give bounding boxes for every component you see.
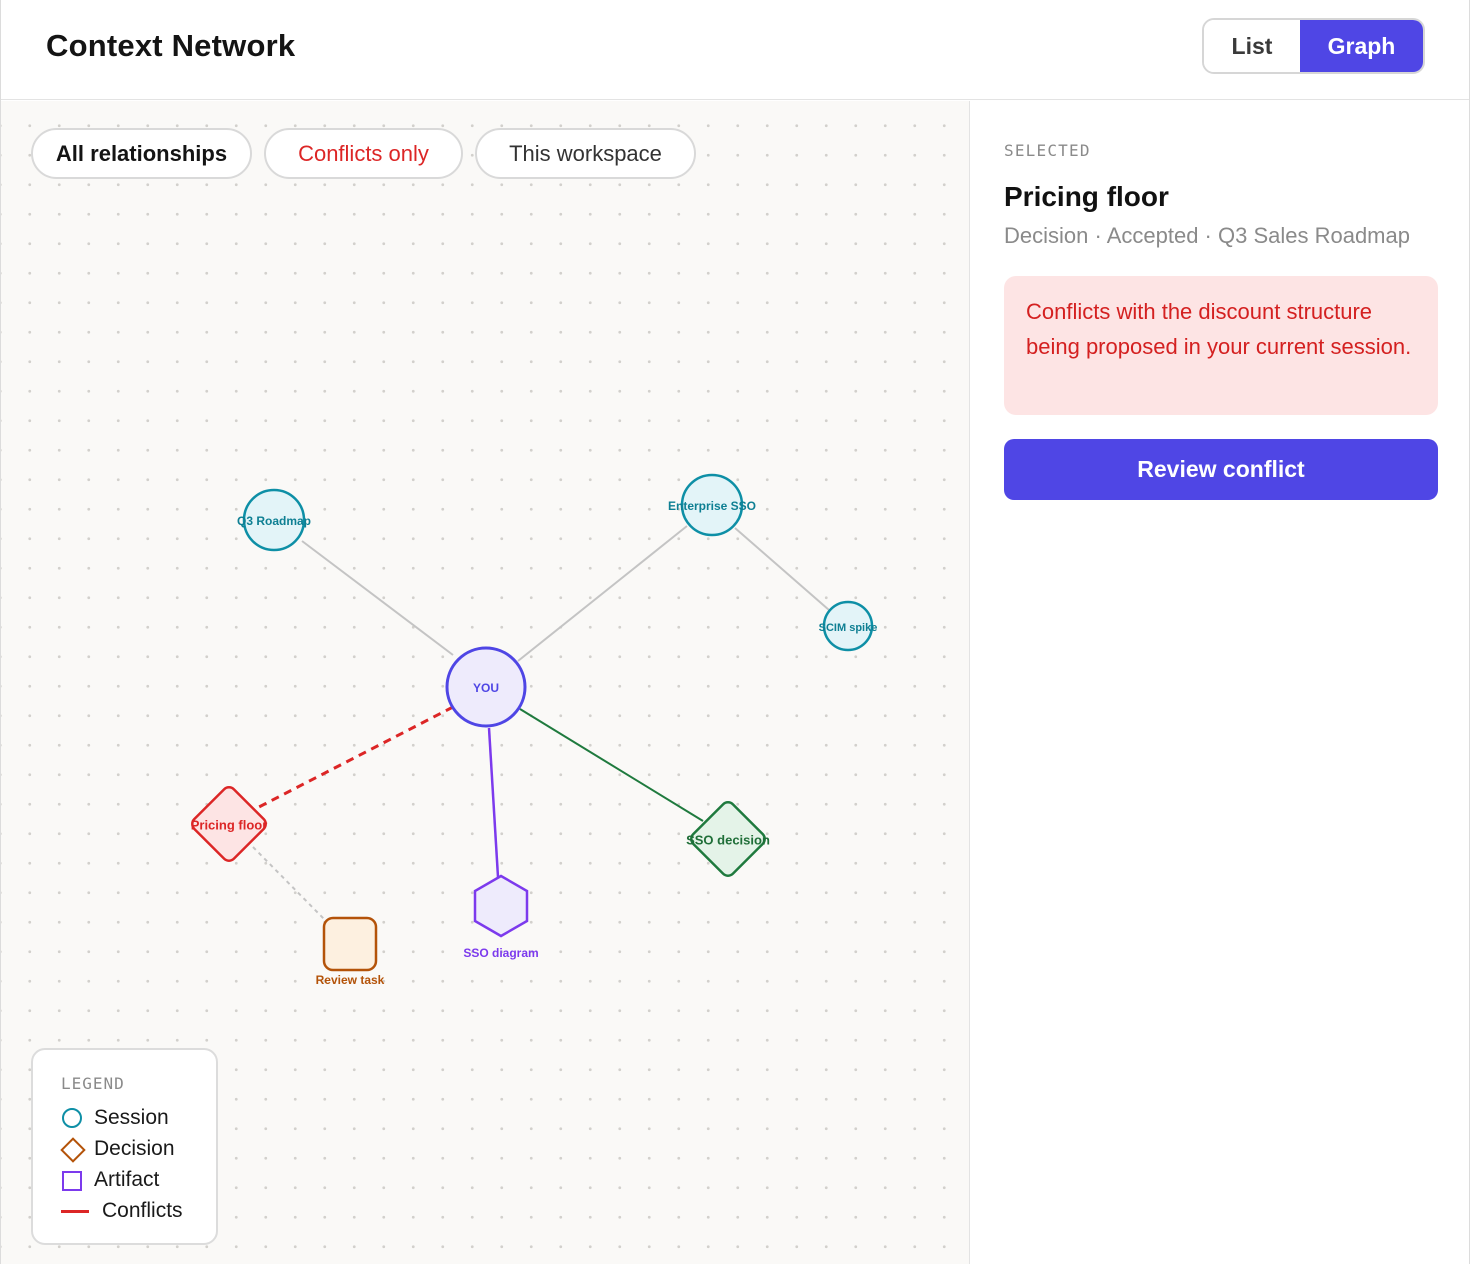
legend-label: Session: [94, 1106, 169, 1129]
legend-label: Conflicts: [102, 1199, 183, 1222]
legend-label: Artifact: [94, 1168, 160, 1191]
node-you[interactable]: YOU: [445, 646, 527, 728]
node-review-task[interactable]: Review task: [316, 916, 385, 987]
edge-pricing-floor-review-task: [252, 846, 327, 922]
filter-all-relationships[interactable]: All relationships: [31, 128, 252, 179]
legend: LEGEND Session Decision Artifact Conflic…: [31, 1048, 218, 1245]
edge-enterprise-sso-scim-spike: [734, 527, 830, 611]
legend-item-artifact: Artifact: [59, 1168, 159, 1192]
edge-you-sso-diagram: [487, 727, 500, 878]
node-enterprise-sso[interactable]: Enterprise SSO: [668, 473, 756, 537]
session-icon: [59, 1106, 87, 1130]
you-label: YOU: [473, 681, 499, 695]
decision-icon: [59, 1137, 87, 1161]
review-conflict-button[interactable]: Review conflict: [1004, 439, 1438, 500]
list-view-button[interactable]: List: [1204, 20, 1300, 72]
node-sso-diagram[interactable]: SSO diagram: [463, 874, 539, 960]
filter-conflicts-only[interactable]: Conflicts only: [264, 128, 463, 179]
task-node-icon: [322, 916, 378, 972]
edge-you-sso-decision: [519, 708, 704, 822]
node-label: SSO diagram: [463, 946, 538, 960]
node-sso-decision[interactable]: SSO decision: [686, 799, 770, 878]
node-label: SSO decision: [686, 832, 770, 847]
details-panel: SELECTED Pricing floor Decision · Accept…: [971, 101, 1469, 1264]
node-q3-roadmap[interactable]: Q3 Roadmap: [237, 488, 311, 552]
filter-this-workspace[interactable]: This workspace: [475, 128, 696, 179]
edge-you-q3-roadmap: [301, 540, 454, 656]
graph-view-button[interactable]: Graph: [1300, 20, 1423, 72]
conflict-edge-you-pricing-floor: [258, 705, 454, 809]
artifact-icon: [59, 1168, 87, 1192]
view-toggle: List Graph: [1202, 18, 1425, 74]
conflict-alert: Conflicts with the discount structure be…: [1004, 276, 1438, 415]
node-label: Q3 Roadmap: [237, 514, 311, 528]
node-label: Review task: [316, 973, 385, 987]
legend-label: Decision: [94, 1137, 175, 1160]
selected-label: SELECTED: [1004, 141, 1091, 160]
node-pricing-floor[interactable]: Pricing floor: [189, 784, 268, 863]
legend-item-session: Session: [59, 1106, 169, 1130]
node-label: SCIM spike: [819, 622, 878, 634]
node-label: Enterprise SSO: [668, 499, 756, 513]
edge-you-enterprise-sso: [517, 525, 688, 662]
legend-title: LEGEND: [61, 1074, 125, 1093]
selected-meta: Decision · Accepted · Q3 Sales Roadmap: [1004, 223, 1410, 248]
page-title: Context Network: [46, 28, 296, 63]
legend-item-decision: Decision: [59, 1137, 175, 1161]
legend-item-conflicts: Conflicts: [59, 1199, 183, 1223]
node-label: Pricing floor: [191, 817, 268, 832]
header: Context Network List Graph: [1, 0, 1469, 100]
artifact-node-icon: [473, 874, 529, 938]
selected-title: Pricing floor: [1004, 181, 1169, 212]
conflict-line-icon: [59, 1199, 95, 1223]
app-window: Context Network List Graph Q3 Roadmap En…: [0, 0, 1470, 1264]
